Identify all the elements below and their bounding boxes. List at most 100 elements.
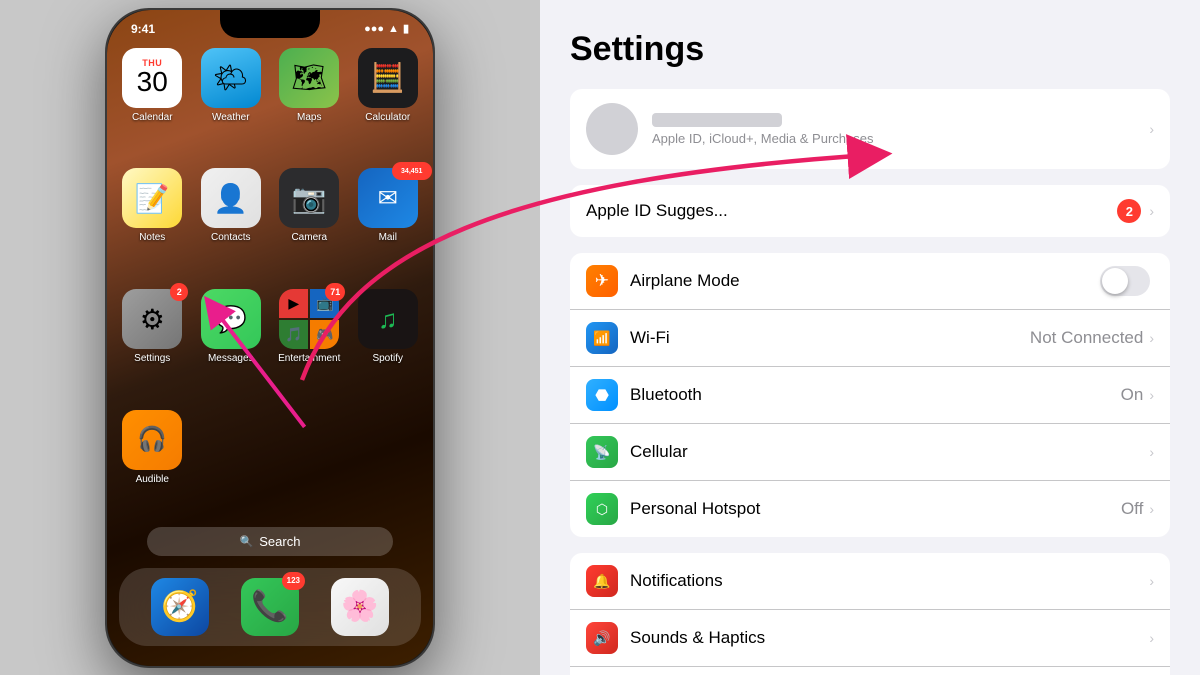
apple-id-chevron: › <box>1149 203 1154 219</box>
messages-icon: 💬 <box>215 304 247 335</box>
app-icon-audible[interactable]: 🎧 Audible <box>119 410 186 519</box>
app-icon-notes[interactable]: 📝 Notes <box>119 168 186 277</box>
app-icon-calculator[interactable]: 🧮 Calculator <box>355 48 422 157</box>
app-icon-mail[interactable]: ✉ 34,451 Mail <box>355 168 422 277</box>
dock-photos[interactable]: 🌸 <box>331 578 389 636</box>
settings-row-cellular[interactable]: 📡 Cellular › <box>570 424 1170 481</box>
hotspot-value: Off <box>1121 499 1143 519</box>
sounds-icon: 🔊 <box>586 622 618 654</box>
phone-badge: 123 <box>282 572 305 590</box>
status-icons: ●●● ▲ ▮ <box>364 22 409 35</box>
settings-row-notifications[interactable]: 🔔 Notifications › <box>570 553 1170 610</box>
notifications-icon: 🔔 <box>586 565 618 597</box>
hotspot-chevron: › <box>1149 501 1154 517</box>
settings-row-hotspot[interactable]: ⬡ Personal Hotspot Off › <box>570 481 1170 537</box>
contacts-icon: 👤 <box>213 182 248 215</box>
profile-row[interactable]: Apple ID, iCloud+, Media & Purchases › <box>570 89 1170 169</box>
notch <box>220 10 320 38</box>
maps-icon: 🗺 <box>291 61 327 94</box>
airplane-icon: ✈ <box>586 265 618 297</box>
wifi-icon: ▲ <box>388 23 399 35</box>
dock-phone[interactable]: 📞 123 <box>241 578 299 636</box>
bluetooth-label: Bluetooth <box>630 385 1121 405</box>
sounds-label: Sounds & Haptics <box>630 628 1149 648</box>
notifications-chevron: › <box>1149 573 1154 589</box>
settings-row-airplane[interactable]: ✈ Airplane Mode <box>570 253 1170 310</box>
search-label: Search <box>259 534 300 549</box>
settings-panel: Settings Apple ID, iCloud+, Media & Purc… <box>540 0 1200 675</box>
battery-icon: ▮ <box>403 22 409 35</box>
mail-icon: ✉ <box>378 184 398 213</box>
notes-icon: 📝 <box>135 182 170 215</box>
app-icon-spotify[interactable]: ♫ Spotify <box>355 289 422 398</box>
ent-4: 🎮 <box>310 320 339 349</box>
app-icon-contacts[interactable]: 👤 Contacts <box>198 168 265 277</box>
settings-row-wifi[interactable]: 📶 Wi-Fi Not Connected › <box>570 310 1170 367</box>
app-icon-calendar[interactable]: THU 30 Calendar <box>119 48 186 157</box>
bluetooth-icon: ⬣ <box>586 379 618 411</box>
status-bar: 9:41 ●●● ▲ ▮ <box>107 10 433 40</box>
app-icon-weather[interactable]: 🌤 Weather <box>198 48 265 157</box>
mail-badge: 34,451 <box>392 162 432 180</box>
notifications-label: Notifications <box>630 571 1149 591</box>
app-label-camera: Camera <box>291 232 327 243</box>
settings-row-sounds[interactable]: 🔊 Sounds & Haptics › <box>570 610 1170 667</box>
dock-safari[interactable]: 🧭 <box>151 578 209 636</box>
ent-3: 🎵 <box>279 320 308 349</box>
entertainment-badge: 71 <box>325 283 345 301</box>
apple-id-suggest-label: Apple ID Sugges... <box>586 201 1117 221</box>
app-icon-maps[interactable]: 🗺 Maps <box>276 48 343 157</box>
app-label-calculator: Calculator <box>365 112 410 123</box>
settings-row-focus[interactable]: 🌙 Focus › <box>570 667 1170 675</box>
wifi-value: Not Connected <box>1030 328 1143 348</box>
cellular-icon: 📡 <box>586 436 618 468</box>
settings-row-bluetooth[interactable]: ⬣ Bluetooth On › <box>570 367 1170 424</box>
app-icon-entertainment[interactable]: ▶ 📺 🎵 🎮 71 Entertainment <box>276 289 343 398</box>
airplane-toggle[interactable] <box>1100 266 1150 296</box>
network-section: ✈ Airplane Mode 📶 Wi-Fi Not Connected › … <box>570 253 1170 537</box>
profile-info: Apple ID, iCloud+, Media & Purchases <box>652 113 1149 146</box>
spotify-icon: ♫ <box>378 304 398 335</box>
settings-badge: 2 <box>170 283 188 301</box>
cellular-chevron: › <box>1149 444 1154 460</box>
app-icon-camera[interactable]: 📷 Camera <box>276 168 343 277</box>
app-label-weather: Weather <box>212 112 250 123</box>
weather-icon: 🌤 <box>213 61 249 94</box>
hotspot-icon: ⬡ <box>586 493 618 525</box>
photos-icon: 🌸 <box>341 589 378 624</box>
app-label-notes: Notes <box>139 232 165 243</box>
profile-name-blur <box>652 113 782 127</box>
airplane-label: Airplane Mode <box>630 271 1100 291</box>
profile-chevron: › <box>1149 121 1154 137</box>
apple-id-suggest-row[interactable]: Apple ID Sugges... 2 › <box>570 185 1170 237</box>
app-label-contacts: Contacts <box>211 232 250 243</box>
apple-id-suggest-section: Apple ID Sugges... 2 › <box>570 185 1170 237</box>
iphone-panel: 9:41 ●●● ▲ ▮ THU 30 <box>0 0 540 675</box>
search-icon: 🔍 <box>240 535 254 548</box>
search-bar[interactable]: 🔍 Search <box>147 527 393 556</box>
dock: 🧭 📞 123 🌸 <box>119 568 421 646</box>
notifications-section: 🔔 Notifications › 🔊 Sounds & Haptics › 🌙… <box>570 553 1170 675</box>
sounds-chevron: › <box>1149 630 1154 646</box>
phone-icon: 📞 <box>251 589 288 624</box>
app-label-spotify: Spotify <box>372 353 403 364</box>
profile-subtitle: Apple ID, iCloud+, Media & Purchases <box>652 131 1149 146</box>
app-label-audible: Audible <box>136 474 169 485</box>
app-label-mail: Mail <box>379 232 397 243</box>
cellular-label: Cellular <box>630 442 1149 462</box>
hotspot-label: Personal Hotspot <box>630 499 1121 519</box>
app-icon-settings[interactable]: ⚙ 2 Settings <box>119 289 186 398</box>
settings-title: Settings <box>570 30 1170 69</box>
wifi-settings-icon: 📶 <box>586 322 618 354</box>
app-grid: THU 30 Calendar 🌤 Weather 🗺 <box>107 40 433 527</box>
app-icon-messages[interactable]: 💬 Messages <box>198 289 265 398</box>
status-time: 9:41 <box>131 22 155 36</box>
profile-avatar <box>586 103 638 155</box>
app-label-maps: Maps <box>297 112 321 123</box>
settings-icon: ⚙ <box>140 303 165 336</box>
calculator-icon: 🧮 <box>370 61 405 94</box>
bluetooth-chevron: › <box>1149 387 1154 403</box>
camera-icon: 📷 <box>292 182 327 215</box>
app-label-entertainment: Entertainment <box>278 353 340 364</box>
bluetooth-value: On <box>1121 385 1144 405</box>
